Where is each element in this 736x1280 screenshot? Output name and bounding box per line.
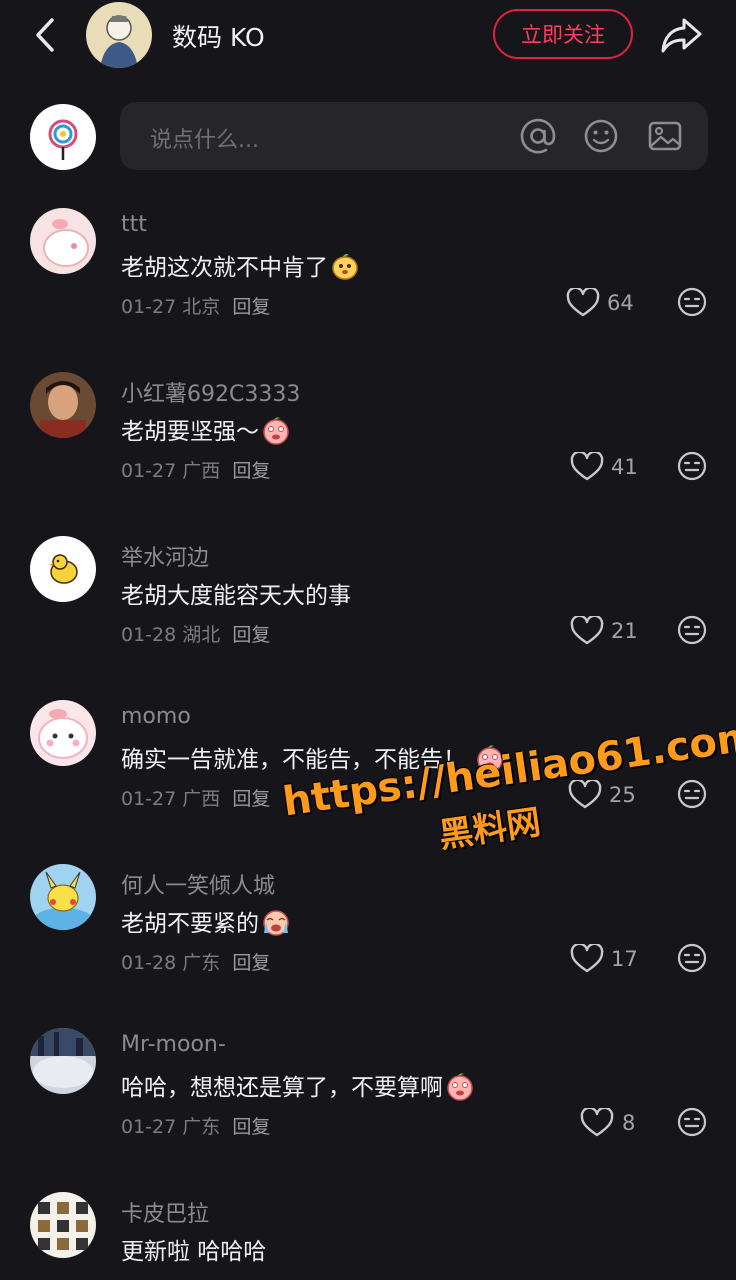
heart-icon[interactable] xyxy=(566,288,600,318)
my-avatar xyxy=(30,104,96,170)
heart-icon[interactable] xyxy=(570,616,604,646)
commenter-name[interactable]: momo xyxy=(121,704,191,729)
comment-meta: 01-27 广西 回复 xyxy=(121,784,270,811)
reaction-face-icon[interactable] xyxy=(676,1106,708,1138)
author-avatar[interactable] xyxy=(86,2,152,68)
comment-text: 老胡大度能容天大的事 xyxy=(121,576,351,610)
comment-date: 01-27 xyxy=(121,296,177,318)
follow-button[interactable]: 立即关注 xyxy=(493,9,633,59)
like-count: 64 xyxy=(607,291,634,315)
comment-location: 广西 xyxy=(182,788,221,810)
crying-face-sticker-icon xyxy=(263,910,289,936)
heart-icon[interactable] xyxy=(570,452,604,482)
heart-icon[interactable] xyxy=(580,1108,614,1138)
commenter-avatar[interactable] xyxy=(30,372,96,438)
comment-location: 广东 xyxy=(182,1116,221,1138)
comment-date: 01-27 xyxy=(121,460,177,482)
commenter-name[interactable]: 小红薯692C3333 xyxy=(121,376,300,408)
heart-icon[interactable] xyxy=(570,944,604,974)
like-count: 21 xyxy=(611,619,638,643)
comment-location: 湖北 xyxy=(182,624,221,646)
image-icon[interactable] xyxy=(645,116,685,156)
comment-item: Mr-moon- 哈哈，想想还是算了，不要算啊 01-27 广东 回复 8 xyxy=(0,1020,736,1170)
reaction-face-icon[interactable] xyxy=(676,286,708,318)
comment-body: 更新啦 哈哈哈 xyxy=(121,1239,267,1265)
reply-button[interactable]: 回复 xyxy=(232,1116,270,1138)
peach-crying-sticker-icon xyxy=(263,417,289,445)
like-count: 8 xyxy=(622,1111,636,1135)
commenter-name[interactable]: Mr-moon- xyxy=(121,1032,226,1057)
commenter-avatar[interactable] xyxy=(30,1028,96,1094)
comment-meta: 01-27 北京 回复 xyxy=(121,292,270,319)
comment-meta: 01-27 广东 回复 xyxy=(121,1112,270,1139)
comment-placeholder: 说点什么... xyxy=(150,128,259,153)
comment-location: 广东 xyxy=(182,952,221,974)
comment-body: 老胡这次就不中肯了 xyxy=(121,255,328,281)
yellow-face-sticker-icon xyxy=(332,253,358,280)
share-icon[interactable] xyxy=(658,12,706,56)
commenter-avatar[interactable] xyxy=(30,1192,96,1258)
comment-meta: 01-27 广西 回复 xyxy=(121,456,270,483)
commenter-name[interactable]: ttt xyxy=(121,212,147,237)
reply-button[interactable]: 回复 xyxy=(232,296,270,318)
commenter-avatar[interactable] xyxy=(30,700,96,766)
comment-text: 老胡不要紧的 xyxy=(121,904,291,938)
comment-item: 举水河边 老胡大度能容天大的事 01-28 湖北 回复 21 xyxy=(0,528,736,678)
comment-date: 01-28 xyxy=(121,624,177,646)
like-count: 41 xyxy=(611,455,638,479)
reaction-face-icon[interactable] xyxy=(676,450,708,482)
reaction-face-icon[interactable] xyxy=(676,942,708,974)
comment-body: 哈哈，想想还是算了，不要算啊 xyxy=(121,1075,443,1101)
commenter-avatar[interactable] xyxy=(30,536,96,602)
back-arrow-icon[interactable] xyxy=(28,14,64,56)
commenter-name[interactable]: 举水河边 xyxy=(121,540,209,572)
like-count: 17 xyxy=(611,947,638,971)
comment-item: 何人一笑倾人城 老胡不要紧的 01-28 广东 回复 17 xyxy=(0,856,736,1006)
top-bar: 数码 KO 立即关注 xyxy=(0,0,736,72)
comment-text: 哈哈，想想还是算了，不要算啊 xyxy=(121,1068,475,1102)
reaction-face-icon[interactable] xyxy=(676,614,708,646)
commenter-avatar[interactable] xyxy=(30,208,96,274)
reply-button[interactable]: 回复 xyxy=(232,952,270,974)
comment-input[interactable]: 说点什么... xyxy=(120,102,708,170)
comment-text: 老胡要坚强～ xyxy=(121,412,291,446)
emoji-icon[interactable] xyxy=(581,116,621,156)
comment-location: 广西 xyxy=(182,460,221,482)
comment-item: 卡皮巴拉 更新啦 哈哈哈 xyxy=(0,1184,736,1280)
peach-crying-sticker-icon xyxy=(447,1073,473,1101)
comment-text: 老胡这次就不中肯了 xyxy=(121,248,360,282)
comment-date: 01-28 xyxy=(121,952,177,974)
comment-location: 北京 xyxy=(182,296,221,318)
reply-button[interactable]: 回复 xyxy=(232,624,270,646)
comment-date: 01-27 xyxy=(121,788,177,810)
comment-compose-bar: 说点什么... xyxy=(0,96,736,180)
comment-text: 更新啦 哈哈哈 xyxy=(121,1232,266,1266)
at-mention-icon[interactable] xyxy=(518,116,558,156)
comment-body: 老胡大度能容天大的事 xyxy=(121,583,351,609)
commenter-avatar[interactable] xyxy=(30,864,96,930)
comment-meta: 01-28 广东 回复 xyxy=(121,948,270,975)
commenter-name[interactable]: 何人一笑倾人城 xyxy=(121,868,275,900)
reply-button[interactable]: 回复 xyxy=(232,460,270,482)
comment-item: 小红薯692C3333 老胡要坚强～ 01-27 广西 回复 41 xyxy=(0,364,736,514)
comment-body: 老胡不要紧的 xyxy=(121,911,259,937)
commenter-name[interactable]: 卡皮巴拉 xyxy=(121,1196,209,1228)
comment-date: 01-27 xyxy=(121,1116,177,1138)
comment-body: 老胡要坚强～ xyxy=(121,419,259,445)
page-title: 数码 KO xyxy=(172,23,265,52)
reply-button[interactable]: 回复 xyxy=(232,788,270,810)
comment-item: ttt 老胡这次就不中肯了 01-27 北京 回复 64 xyxy=(0,200,736,350)
comment-meta: 01-28 湖北 回复 xyxy=(121,620,270,647)
